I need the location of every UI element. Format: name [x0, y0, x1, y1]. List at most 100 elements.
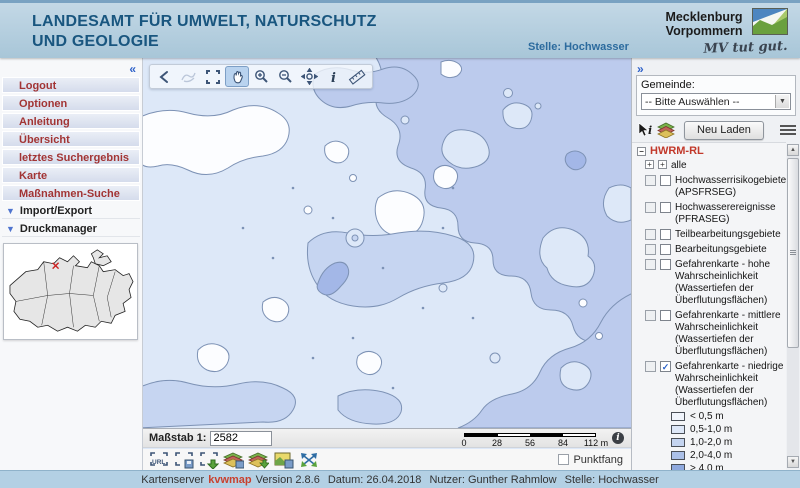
- layer-legend-checkbox[interactable]: [645, 310, 656, 321]
- layer-legend-checkbox[interactable]: [645, 229, 656, 240]
- layer-visibility-checkbox[interactable]: [660, 259, 671, 270]
- identify-cursor-icon[interactable]: i: [636, 121, 656, 139]
- chevron-down-icon: ▼: [775, 95, 789, 108]
- layer-visibility-checkbox[interactable]: [660, 244, 671, 255]
- sidebar-item-uebersicht[interactable]: Übersicht: [2, 131, 140, 147]
- zoom-in-icon[interactable]: [249, 66, 273, 87]
- svg-text:URL: URL: [152, 459, 165, 466]
- panel-scrollbar[interactable]: ▲ ▼: [787, 144, 799, 468]
- scalebar-info-icon[interactable]: i: [612, 432, 624, 444]
- layer-label[interactable]: Gefahrenkarte - mittlere Wahrscheinlichk…: [675, 310, 786, 358]
- sidebar-item-anleitung[interactable]: Anleitung: [2, 113, 140, 129]
- gemeinde-box: Gemeinde: -- Bitte Auswählen -- ▼: [636, 75, 796, 116]
- export-image-icon[interactable]: [273, 450, 294, 469]
- app-window: LANDESAMT FÜR UMWELT, NATURSCHUTZ UND GE…: [0, 0, 800, 488]
- expand-panel-icon[interactable]: »: [637, 62, 644, 76]
- layer-row: Gefahrenkarte - hohe Wahrscheinlichkeit …: [637, 259, 786, 307]
- punktfang-control: Punktfang: [558, 454, 623, 466]
- sidebar-item-letztes-suchergebnis[interactable]: letztes Suchergebnis: [2, 149, 140, 165]
- scalebar-tick: 84: [558, 438, 568, 448]
- sidebar-item-massnahmen-suche[interactable]: Maßnahmen-Suche: [2, 185, 140, 201]
- sidebar-item-logout[interactable]: Logout: [2, 77, 140, 93]
- back-icon[interactable]: [153, 66, 177, 87]
- overview-map[interactable]: [3, 243, 138, 340]
- scroll-down-icon[interactable]: ▼: [787, 456, 799, 468]
- layer-visibility-checkbox[interactable]: [660, 202, 671, 213]
- layer-visibility-checkbox[interactable]: [660, 175, 671, 186]
- sidebar-group-druckmanager[interactable]: ▼Druckmanager: [2, 221, 140, 237]
- zoom-out-icon[interactable]: [273, 66, 297, 87]
- scroll-up-icon[interactable]: ▲: [787, 144, 799, 156]
- stelle-label: Stelle: Hochwasser: [528, 41, 629, 53]
- layers-icon[interactable]: [656, 121, 676, 139]
- scalebar-tick: 112 m: [584, 438, 608, 448]
- expand-node-icon[interactable]: +: [658, 160, 667, 169]
- recenter-icon[interactable]: [297, 66, 321, 87]
- layer-label[interactable]: Gefahrenkarte - hohe Wahrscheinlichkeit …: [675, 259, 786, 307]
- layer-label[interactable]: Hochwasserrisikogebiete (APSFRSEG): [675, 175, 786, 199]
- layer-legend-checkbox[interactable]: [645, 244, 656, 255]
- footer-datum: Datum: 26.04.2018: [328, 474, 422, 486]
- scalebar-tick: 0: [461, 438, 466, 448]
- layer-label[interactable]: alle: [671, 160, 687, 172]
- scrollbar-grip-icon: [790, 250, 796, 256]
- layer-group-label[interactable]: HWRM-RL: [650, 145, 704, 157]
- layer-visibility-checkbox-checked[interactable]: ✓: [660, 361, 671, 372]
- scale-label: Maßstab 1:: [149, 432, 206, 444]
- footer-kvwmap-brand: kvwmap: [208, 474, 251, 486]
- layer-label[interactable]: Gefahrenkarte - niedrige Wahrscheinlichk…: [675, 361, 786, 409]
- page-title: LANDESAMT FÜR UMWELT, NATURSCHUTZ UND GE…: [32, 12, 377, 52]
- legend-label: 0,5-1,0 m: [690, 424, 732, 435]
- legend-label: 2,0-4,0 m: [690, 450, 732, 461]
- freehand-icon: [177, 66, 201, 87]
- neu-laden-button[interactable]: Neu Laden: [684, 121, 764, 140]
- load-extent-icon[interactable]: [198, 450, 219, 469]
- punktfang-checkbox[interactable]: [558, 454, 569, 465]
- measure-icon[interactable]: [345, 66, 369, 87]
- legend-row: 2,0-4,0 m: [671, 450, 786, 461]
- scrollbar-thumb[interactable]: [787, 158, 799, 348]
- sidebar-menu: Logout Optionen Anleitung Übersicht letz…: [0, 75, 142, 237]
- header: LANDESAMT FÜR UMWELT, NATURSCHUTZ UND GE…: [0, 0, 800, 58]
- sidebar-group-import-export[interactable]: ▼Import/Export: [2, 203, 140, 219]
- layer-visibility-checkbox[interactable]: [660, 310, 671, 321]
- collapse-node-icon[interactable]: −: [637, 147, 646, 156]
- layer-legend-checkbox[interactable]: [645, 175, 656, 186]
- layer-row-active: ✓ Gefahrenkarte - niedrige Wahrscheinlic…: [637, 361, 786, 409]
- status-footer: Kartenserver kvwmap Version 2.8.6 Datum:…: [0, 470, 800, 488]
- chevron-down-icon: ▼: [6, 206, 15, 216]
- url-box-icon[interactable]: URL: [148, 450, 169, 469]
- max-extent-icon[interactable]: [298, 450, 319, 469]
- sidebar-item-karte[interactable]: Karte: [2, 167, 140, 183]
- gemeinde-label: Gemeinde:: [641, 79, 791, 91]
- layer-legend-checkbox[interactable]: [645, 259, 656, 270]
- layer-row: Teilbearbeitungsgebiete: [637, 229, 786, 241]
- left-sidebar: « Logout Optionen Anleitung Übersicht le…: [0, 58, 143, 470]
- info-icon[interactable]: i: [321, 66, 345, 87]
- layer-legend-checkbox[interactable]: [645, 202, 656, 213]
- expand-node-icon[interactable]: +: [645, 160, 654, 169]
- collapse-sidebar-icon[interactable]: «: [129, 62, 136, 76]
- scale-input[interactable]: [210, 431, 272, 446]
- layer-label[interactable]: Bearbeitungsgebiete: [675, 244, 767, 256]
- map-canvas[interactable]: i: [143, 58, 631, 428]
- save-extent-icon[interactable]: [173, 450, 194, 469]
- legend-swatch: [671, 438, 685, 447]
- legend-label: < 0,5 m: [690, 411, 724, 422]
- gemeinde-select[interactable]: -- Bitte Auswählen -- ▼: [641, 93, 791, 110]
- save-layers-icon[interactable]: [223, 450, 244, 469]
- pan-hand-icon[interactable]: [225, 66, 249, 87]
- panel-menu-icon[interactable]: [780, 123, 796, 137]
- full-extent-icon[interactable]: [201, 66, 225, 87]
- layer-visibility-checkbox[interactable]: [660, 229, 671, 240]
- load-layers-icon[interactable]: [248, 450, 269, 469]
- layer-tree: − HWRM-RL + + alle Hochwasserrisikogebie…: [632, 142, 786, 470]
- brand-name: Mecklenburg Vorpommern: [665, 10, 742, 38]
- panel-toolbar: i Neu Laden: [632, 118, 800, 142]
- layer-legend-checkbox[interactable]: [645, 361, 656, 372]
- layer-label[interactable]: Teilbearbeitungsgebiete: [675, 229, 781, 241]
- map-column: i Maßstab 1:: [143, 58, 631, 470]
- punktfang-label: Punktfang: [573, 454, 623, 466]
- sidebar-item-optionen[interactable]: Optionen: [2, 95, 140, 111]
- layer-label[interactable]: Hochwasserereignisse (PFRASEG): [675, 202, 786, 226]
